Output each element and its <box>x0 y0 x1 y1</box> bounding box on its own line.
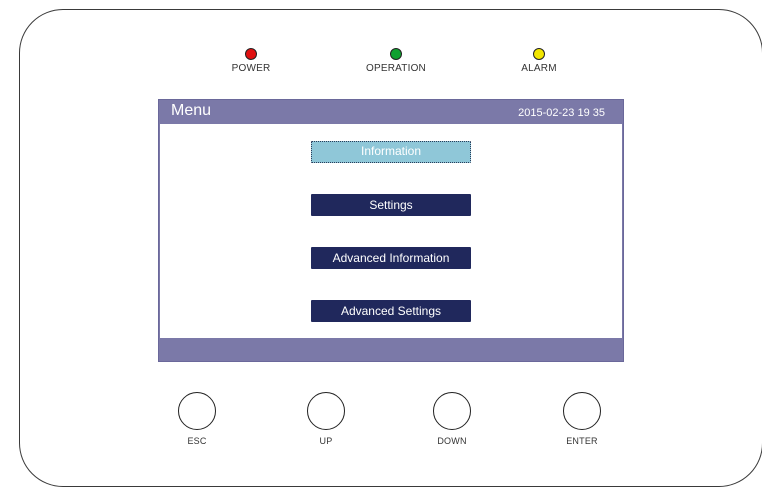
menu-item-advanced-information[interactable]: Advanced Information <box>311 247 471 269</box>
screen-header: Menu 2015-02-23 19 35 <box>159 100 623 124</box>
alarm-label: ALARM <box>521 63 557 74</box>
down-key: DOWN <box>412 392 492 446</box>
screen-title: Menu <box>171 102 212 119</box>
enter-label: ENTER <box>566 436 598 446</box>
alarm-led-icon <box>533 48 545 60</box>
enter-button[interactable] <box>563 392 601 430</box>
operation-label: OPERATION <box>366 63 426 74</box>
screen-datetime: 2015-02-23 19 35 <box>518 107 605 119</box>
esc-label: ESC <box>187 436 207 446</box>
up-button[interactable] <box>307 392 345 430</box>
up-label: UP <box>319 436 333 446</box>
menu-item-settings[interactable]: Settings <box>311 194 471 216</box>
power-label: POWER <box>231 63 271 74</box>
enter-key: ENTER <box>542 392 622 446</box>
operation-indicator: OPERATION <box>336 48 456 74</box>
operation-led-icon <box>390 48 402 60</box>
up-key: UP <box>286 392 366 446</box>
menu-panel: Information Settings Advanced Informatio… <box>160 124 622 338</box>
esc-button[interactable] <box>178 392 216 430</box>
alarm-indicator: ALARM <box>479 48 599 74</box>
menu-item-information[interactable]: Information <box>311 141 471 163</box>
down-button[interactable] <box>433 392 471 430</box>
esc-key: ESC <box>157 392 237 446</box>
power-led-icon <box>245 48 257 60</box>
down-label: DOWN <box>437 436 467 446</box>
power-indicator: POWER <box>191 48 311 74</box>
lcd-screen: Menu 2015-02-23 19 35 Information Settin… <box>158 99 624 362</box>
menu-item-advanced-settings[interactable]: Advanced Settings <box>311 300 471 322</box>
